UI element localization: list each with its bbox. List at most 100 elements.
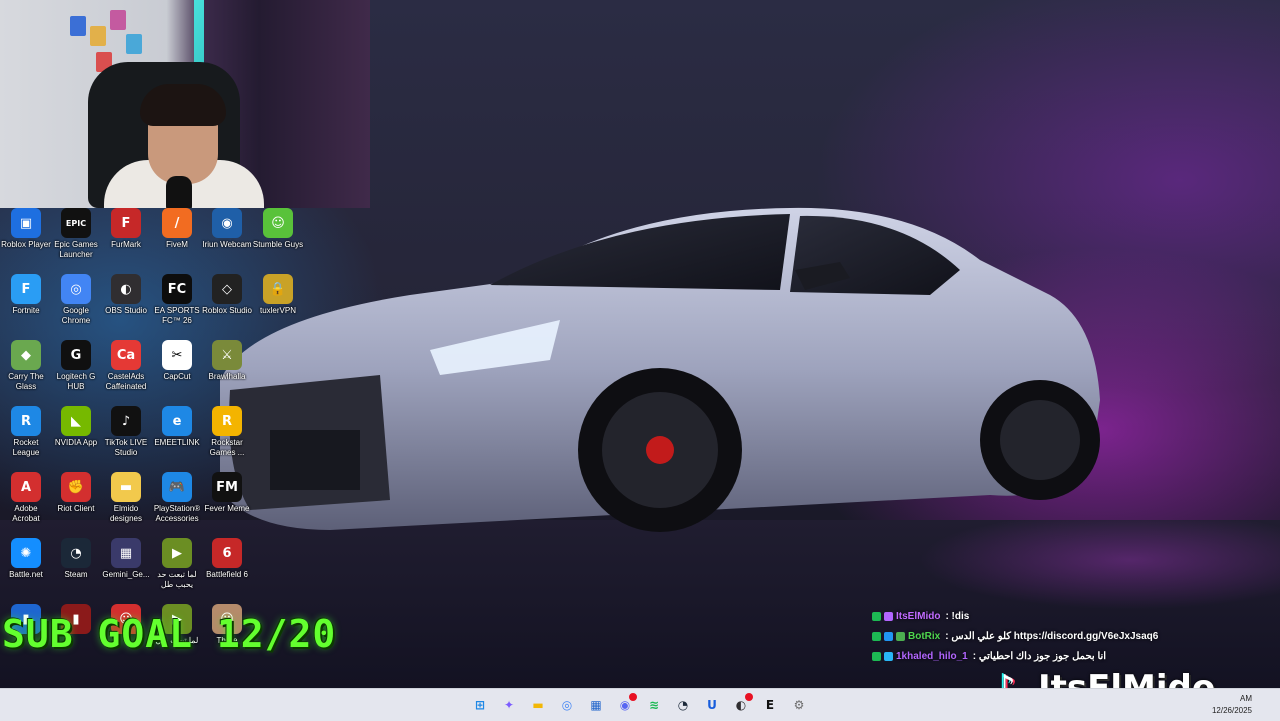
obs-icon[interactable]: ◐ bbox=[729, 693, 753, 717]
desktop-shortcut-label: tuxlerVPN bbox=[259, 306, 296, 315]
steam-icon[interactable]: ◔ bbox=[671, 693, 695, 717]
microphone bbox=[166, 176, 192, 208]
desktop-shortcut[interactable]: F Fortnite bbox=[0, 274, 52, 316]
desktop-shortcut[interactable]: e EMEETLINK bbox=[151, 406, 203, 448]
caffeinated-icon: Ca bbox=[111, 340, 141, 370]
store-icon[interactable]: ▦ bbox=[584, 693, 608, 717]
fivem-icon: / bbox=[162, 208, 192, 238]
chat-badge-icon bbox=[896, 631, 905, 641]
clock-date: 12/26/2025 bbox=[1211, 706, 1252, 715]
desktop-shortcut[interactable]: ▬ Elmido designes bbox=[100, 472, 152, 524]
desktop-shortcut-label: Rocket League bbox=[12, 438, 40, 457]
steam-icon: ◔ bbox=[61, 538, 91, 568]
taskbar-app-glyph: ◉ bbox=[619, 698, 631, 712]
chat-username: ItsElMido bbox=[896, 610, 941, 622]
desktop-shortcut[interactable]: ◉ Iriun Webcam bbox=[201, 208, 253, 250]
desktop-shortcut-label: Logitech G HUB bbox=[56, 372, 96, 391]
desktop-shortcut-label: CastelAds Caffeinated bbox=[105, 372, 147, 391]
desktop-shortcut-label: FurMark bbox=[111, 240, 141, 249]
sub-goal-overlay: SUB GOAL 12/20 bbox=[2, 612, 337, 656]
file-explorer-icon[interactable]: ▬ bbox=[526, 693, 550, 717]
desktop-shortcut[interactable]: ✺ Battle.net bbox=[0, 538, 52, 580]
epic-games-icon[interactable]: E bbox=[758, 693, 782, 717]
windows-start-icon[interactable]: ⊞ bbox=[468, 693, 492, 717]
desktop-shortcut[interactable]: ▦ Gemini_Ge... bbox=[100, 538, 152, 580]
tiktok-icon: ♪ bbox=[111, 406, 141, 436]
webcam-icon: ◉ bbox=[212, 208, 242, 238]
desktop-shortcut-label: Riot Client bbox=[57, 504, 95, 513]
chat-badge-icon bbox=[872, 651, 881, 661]
desktop-shortcut[interactable]: ▶ لما تبعت حد يحبب طل bbox=[151, 538, 203, 590]
chrome-icon: ◎ bbox=[61, 274, 91, 304]
desktop-shortcut[interactable]: 6 Battlefield 6 bbox=[201, 538, 253, 580]
wall-poster bbox=[70, 16, 86, 36]
fortnite-icon: F bbox=[11, 274, 41, 304]
desktop-shortcut[interactable]: ☺ Stumble Guys bbox=[252, 208, 304, 250]
spotify-icon[interactable]: ≋ bbox=[642, 693, 666, 717]
obs-icon: ◐ bbox=[111, 274, 141, 304]
desktop-shortcut[interactable]: / FiveM bbox=[151, 208, 203, 250]
carry-glass-icon: ◆ bbox=[11, 340, 41, 370]
desktop-shortcut[interactable]: F FurMark bbox=[100, 208, 152, 250]
taskbar-app-glyph: ◔ bbox=[677, 698, 689, 712]
desktop-shortcut[interactable]: ✂ CapCut bbox=[151, 340, 203, 382]
chat-username: 1khaled_hilo_1 bbox=[896, 650, 968, 662]
desktop-shortcut[interactable]: R Rockstar Games ... bbox=[201, 406, 253, 458]
desktop-shortcut-label: لما تبعت حد يحبب طل bbox=[157, 570, 197, 589]
desktop-shortcut[interactable]: ◐ OBS Studio bbox=[100, 274, 152, 316]
taskbar-apps: ⊞ ✦ ▬ ◎ ▦ ◉ ≋ ◔ U ◐ E ⚙ bbox=[468, 693, 811, 717]
desktop-shortcut-label: Carry The Glass bbox=[8, 372, 44, 391]
desktop-shortcut[interactable]: 🔒 tuxlerVPN bbox=[252, 274, 304, 316]
chat-overlay: ItsElMido: !dis BotRix : كلو علي الدس http… bbox=[872, 606, 1182, 666]
battlenet-icon: ✺ bbox=[11, 538, 41, 568]
folder-icon: ▬ bbox=[111, 472, 141, 502]
wall-poster bbox=[126, 34, 142, 54]
image-file-icon: ▦ bbox=[111, 538, 141, 568]
copilot-icon[interactable]: ✦ bbox=[497, 693, 521, 717]
fever-meme-icon: FM bbox=[212, 472, 242, 502]
streamer-hair bbox=[140, 84, 226, 126]
desktop-shortcut[interactable]: ◇ Roblox Studio bbox=[201, 274, 253, 316]
desktop-shortcut[interactable]: A Adobe Acrobat bbox=[0, 472, 52, 524]
desktop-shortcut[interactable]: FC EA SPORTS FC™ 26 bbox=[151, 274, 203, 326]
chat-text: : كلو علي الدس https://discord.gg/V6eJxJ… bbox=[945, 630, 1159, 642]
settings-icon[interactable]: ⚙ bbox=[787, 693, 811, 717]
desktop-shortcut-label: Battlefield 6 bbox=[206, 570, 248, 579]
furmark-icon: F bbox=[111, 208, 141, 238]
nvidia-icon: ◣ bbox=[61, 406, 91, 436]
discord-icon[interactable]: ◉ bbox=[613, 693, 637, 717]
notification-badge bbox=[745, 693, 753, 701]
notification-badge bbox=[629, 693, 637, 701]
chat-message: ItsElMido: !dis bbox=[872, 606, 1182, 626]
taskbar-clock[interactable]: AM 12/26/2025 bbox=[1212, 693, 1252, 717]
desktop-shortcut[interactable]: ◎ Google Chrome bbox=[50, 274, 102, 326]
desktop-shortcut[interactable]: ▣ Roblox Player bbox=[0, 208, 52, 250]
desktop-shortcut-label: Roblox Player bbox=[1, 240, 51, 249]
desktop-shortcut[interactable]: R Rocket League bbox=[0, 406, 52, 458]
wall-poster bbox=[110, 10, 126, 30]
chat-username: BotRix bbox=[908, 630, 941, 642]
chat-badge-icon bbox=[884, 631, 893, 641]
desktop-shortcut[interactable]: ◆ Carry The Glass bbox=[0, 340, 52, 392]
taskbar-app-glyph: ◎ bbox=[561, 698, 573, 712]
desktop-shortcut-label: Fever Meme bbox=[204, 504, 250, 513]
desktop-shortcut-label: Battle.net bbox=[9, 570, 43, 579]
desktop-shortcut[interactable]: Ca CastelAds Caffeinated bbox=[100, 340, 152, 392]
desktop-shortcut[interactable]: FM Fever Meme bbox=[201, 472, 253, 514]
desktop-shortcut[interactable]: G Logitech G HUB bbox=[50, 340, 102, 392]
ea-fc-icon: FC bbox=[162, 274, 192, 304]
desktop-shortcut[interactable]: EPIC Epic Games Launcher bbox=[50, 208, 102, 260]
desktop-shortcut[interactable]: ✊ Riot Client bbox=[50, 472, 102, 514]
desktop-shortcut-label: Iriun Webcam bbox=[202, 240, 252, 249]
taskbar-app-glyph: ◐ bbox=[735, 698, 747, 712]
bitwarden-icon[interactable]: U bbox=[700, 693, 724, 717]
desktop-shortcut[interactable]: 🎮 PlayStation® Accessories bbox=[151, 472, 203, 524]
desktop-shortcut[interactable]: ♪ TikTok LIVE Studio bbox=[100, 406, 152, 458]
chrome-icon[interactable]: ◎ bbox=[555, 693, 579, 717]
desktop-shortcut-label: Stumble Guys bbox=[252, 240, 304, 249]
desktop-shortcut[interactable]: ⚔ Brawlhalla bbox=[201, 340, 253, 382]
desktop-shortcut[interactable]: ◔ Steam bbox=[50, 538, 102, 580]
roblox-studio-icon: ◇ bbox=[212, 274, 242, 304]
desktop-shortcut[interactable]: ◣ NVIDIA App bbox=[50, 406, 102, 448]
desktop-shortcut-label: NVIDIA App bbox=[54, 438, 98, 447]
